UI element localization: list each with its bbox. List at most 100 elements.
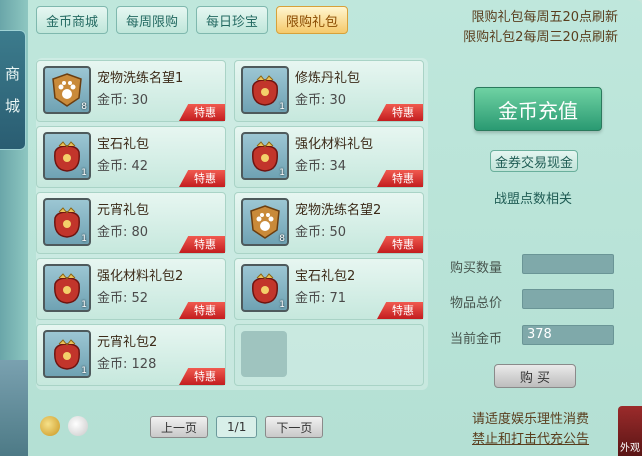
gift-bag-icon bbox=[54, 339, 80, 370]
gold-recharge-button[interactable]: 金币充值 bbox=[474, 87, 602, 131]
current-gold-field: 378 bbox=[522, 325, 614, 345]
buy-button[interactable]: 购 买 bbox=[494, 364, 576, 388]
buy-quantity-field[interactable] bbox=[522, 254, 614, 274]
price-label: 金币: bbox=[97, 357, 128, 372]
item-name: 强化材料礼包 bbox=[295, 137, 374, 152]
page-indicator: 1/1 bbox=[216, 416, 258, 438]
gift-bag-icon bbox=[252, 273, 278, 304]
discount-badge: 特惠 bbox=[179, 104, 225, 121]
item-price: 金币: 80 bbox=[97, 221, 148, 240]
gift-bag-icon bbox=[252, 141, 278, 172]
next-page-button[interactable]: 下一页 bbox=[265, 416, 324, 438]
item-price: 金币: 42 bbox=[97, 155, 148, 174]
item-name: 宠物洗练名望1 bbox=[97, 71, 184, 86]
item-name: 强化材料礼包2 bbox=[97, 269, 184, 284]
discount-badge: 特惠 bbox=[377, 104, 423, 121]
gift-bag-icon bbox=[54, 273, 80, 304]
tab-limited-gift[interactable]: 限购礼包 bbox=[276, 6, 349, 34]
corner-label: 外观 bbox=[620, 443, 640, 454]
item-icon: 1 bbox=[241, 264, 289, 312]
item-quantity: 8 bbox=[81, 102, 87, 112]
item-card[interactable]: 8 宠物洗练名望1 金币: 30 特惠 bbox=[36, 60, 226, 122]
discount-badge: 特惠 bbox=[377, 236, 423, 253]
magnifier-icon[interactable] bbox=[40, 416, 60, 436]
item-price: 金币: 34 bbox=[295, 155, 346, 174]
item-card[interactable]: 1 元宵礼包 金币: 80 特惠 bbox=[36, 192, 226, 254]
anti-proxy-notice-link[interactable]: 禁止和打击代充公告 bbox=[472, 430, 589, 450]
tab-weekly-limit[interactable]: 每周限购 bbox=[116, 6, 189, 34]
paw-badge-icon bbox=[250, 205, 280, 239]
item-price: 金币: 50 bbox=[295, 221, 346, 240]
item-price: 金币: 30 bbox=[97, 89, 148, 108]
discount-badge: 特惠 bbox=[179, 368, 225, 385]
price-label: 金币: bbox=[295, 291, 326, 306]
item-quantity: 1 bbox=[279, 168, 285, 178]
tab-gold-shop[interactable]: 金币商城 bbox=[36, 6, 109, 34]
item-quantity: 1 bbox=[81, 168, 87, 178]
item-card[interactable]: 1 修炼丹礼包 金币: 30 特惠 bbox=[234, 60, 424, 122]
side-tab-char-2: 城 bbox=[4, 97, 20, 115]
price-value: 52 bbox=[131, 291, 149, 306]
item-icon: 8 bbox=[241, 198, 289, 246]
total-price-label: 物品总价 bbox=[450, 296, 503, 311]
bottom-tools bbox=[40, 416, 88, 436]
item-name: 元宵礼包2 bbox=[97, 335, 158, 350]
empty-slot-icon bbox=[241, 331, 287, 377]
gift-bag-icon bbox=[54, 207, 80, 238]
item-grid: 8 宠物洗练名望1 金币: 30 特惠 1 修炼丹礼包 金币: 30 特惠 1 … bbox=[36, 58, 428, 390]
price-label: 金币: bbox=[295, 93, 326, 108]
consumption-warning: 请适度娱乐理性消费 禁止和打击代充公告 bbox=[472, 410, 589, 450]
side-tab-char-1: 商 bbox=[4, 65, 20, 83]
item-quantity: 8 bbox=[279, 234, 285, 244]
item-icon: 1 bbox=[43, 330, 91, 378]
price-label: 金币: bbox=[97, 159, 128, 174]
item-name: 宝石礼包2 bbox=[295, 269, 356, 284]
item-card[interactable]: 1 宝石礼包2 金币: 71 特惠 bbox=[234, 258, 424, 320]
side-character-art bbox=[0, 360, 28, 456]
circle-toggle-icon[interactable] bbox=[68, 416, 88, 436]
item-card[interactable]: 1 宝石礼包 金币: 42 特惠 bbox=[36, 126, 226, 188]
current-gold-label: 当前金币 bbox=[450, 332, 503, 347]
shop-side-tab[interactable]: 商 城 bbox=[0, 30, 26, 150]
item-price: 金币: 30 bbox=[295, 89, 346, 108]
warning-line1: 请适度娱乐理性消费 bbox=[472, 412, 590, 427]
item-card[interactable]: 1 元宵礼包2 金币: 128 特惠 bbox=[36, 324, 226, 386]
item-name: 修炼丹礼包 bbox=[295, 71, 361, 86]
item-quantity: 1 bbox=[81, 300, 87, 310]
alliance-points-link[interactable]: 战盟点数相关 bbox=[494, 188, 572, 207]
item-price: 金币: 71 bbox=[295, 287, 346, 306]
gift-bag-icon bbox=[54, 141, 80, 172]
item-quantity: 1 bbox=[279, 102, 285, 112]
item-quantity: 1 bbox=[81, 366, 87, 376]
item-quantity: 1 bbox=[279, 300, 285, 310]
price-label: 金币: bbox=[97, 225, 128, 240]
prev-page-button[interactable]: 上一页 bbox=[150, 416, 209, 438]
item-price: 金币: 52 bbox=[97, 287, 148, 306]
item-icon: 1 bbox=[43, 198, 91, 246]
price-label: 金币: bbox=[295, 225, 326, 240]
tab-daily-treasure[interactable]: 每日珍宝 bbox=[196, 6, 269, 34]
item-card[interactable]: 8 宠物洗练名望2 金币: 50 特惠 bbox=[234, 192, 424, 254]
item-card[interactable]: 1 强化材料礼包2 金币: 52 特惠 bbox=[36, 258, 226, 320]
item-icon: 1 bbox=[241, 66, 289, 114]
paw-badge-icon bbox=[52, 73, 82, 107]
pagination: 上一页 1/1 下一页 bbox=[150, 416, 324, 438]
item-icon: 1 bbox=[43, 132, 91, 180]
price-value: 42 bbox=[131, 159, 149, 174]
price-label: 金币: bbox=[295, 159, 326, 174]
discount-badge: 特惠 bbox=[377, 302, 423, 319]
item-card[interactable]: 1 强化材料礼包 金币: 34 特惠 bbox=[234, 126, 424, 188]
item-icon: 1 bbox=[43, 264, 91, 312]
voucher-exchange-button[interactable]: 金券交易现金 bbox=[490, 150, 578, 172]
item-price: 金币: 128 bbox=[97, 353, 156, 372]
price-value: 50 bbox=[329, 225, 347, 240]
appearance-corner-button[interactable]: 外观 bbox=[618, 406, 642, 456]
purchase-panel: 金币充值 金券交易现金 战盟点数相关 购买数量 物品总价 当前金币 378 购 … bbox=[440, 0, 642, 456]
item-name: 宝石礼包 bbox=[97, 137, 150, 152]
price-value: 71 bbox=[329, 291, 347, 306]
item-icon: 1 bbox=[241, 132, 289, 180]
price-value: 30 bbox=[131, 93, 149, 108]
discount-badge: 特惠 bbox=[179, 302, 225, 319]
discount-badge: 特惠 bbox=[179, 170, 225, 187]
shop-tab-bar: 金币商城 每周限购 每日珍宝 限购礼包 bbox=[36, 6, 349, 34]
